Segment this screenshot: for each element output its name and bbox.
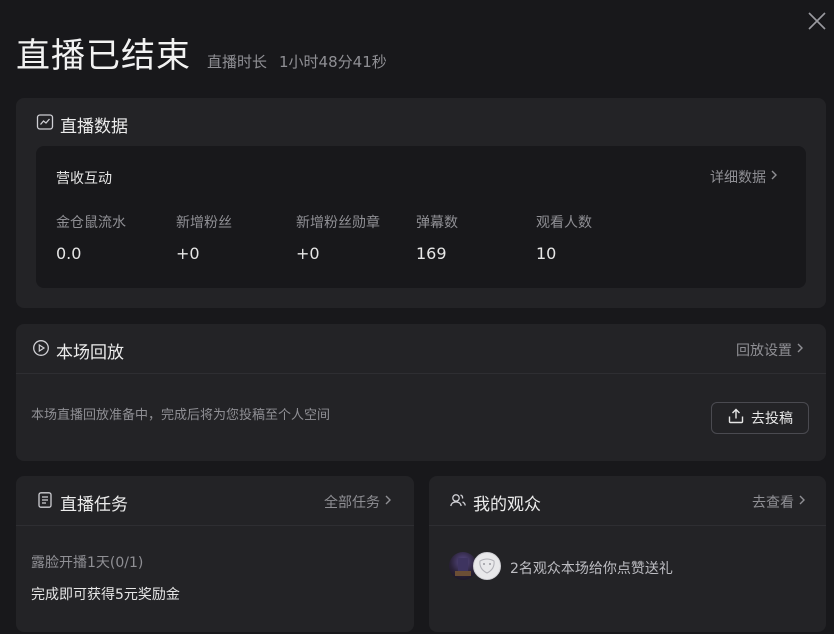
stat-viewers: 观看人数 10 xyxy=(536,212,656,263)
replay-title-text: 本场回放 xyxy=(56,343,124,363)
people-icon xyxy=(449,491,473,514)
replay-settings-label: 回放设置 xyxy=(736,343,792,359)
trend-chart-icon xyxy=(36,113,60,136)
page-header: 直播已结束 直播时长 1小时48分41秒 xyxy=(16,28,387,77)
view-audience-link[interactable]: 去查看 xyxy=(752,492,806,512)
stat-value: 0.0 xyxy=(56,244,82,263)
stat-new-fan-medals: 新增粉丝勋章 +0 xyxy=(296,212,416,263)
audience-card: 我的观众 去查看 2名观众本场给你点赞送礼 xyxy=(429,476,826,632)
chevron-right-icon xyxy=(794,494,806,510)
play-circle-icon xyxy=(32,339,56,362)
replay-settings-link[interactable]: 回放设置 xyxy=(736,340,804,360)
chevron-right-icon xyxy=(380,494,392,510)
task-name: 露脸开播1天(0/1) xyxy=(31,555,144,571)
stat-label: 新增粉丝勋章 xyxy=(296,215,380,231)
stat-revenue: 金仓鼠流水 0.0 xyxy=(56,212,176,263)
stat-label: 弹幕数 xyxy=(416,215,458,231)
audience-title: 我的观众 xyxy=(449,490,541,515)
replay-description: 本场直播回放准备中，完成后将为您投稿至个人空间 xyxy=(31,408,331,423)
stat-label: 新增粉丝 xyxy=(176,215,232,231)
detail-data-label: 详细数据 xyxy=(710,170,766,186)
stat-label: 观看人数 xyxy=(536,215,592,231)
stat-value: 10 xyxy=(536,244,557,263)
all-tasks-label: 全部任务 xyxy=(324,495,380,511)
replay-card: 本场回放 回放设置 本场直播回放准备中，完成后将为您投稿至个人空间 去投稿 xyxy=(16,324,826,461)
tasks-title: 直播任务 xyxy=(36,490,128,515)
revenue-panel: 营收互动 详细数据 金仓鼠流水 0.0 新增粉丝 +0 新增粉丝勋章 +0 弹幕… xyxy=(36,146,806,288)
document-icon xyxy=(36,491,60,514)
divider xyxy=(16,525,414,526)
tasks-title-text: 直播任务 xyxy=(60,495,128,515)
avatar[interactable] xyxy=(473,552,501,580)
audience-summary: 2名观众本场给你点赞送礼 xyxy=(510,561,673,577)
upload-button-label: 去投稿 xyxy=(751,411,793,427)
chevron-right-icon xyxy=(792,342,804,358)
live-data-card: 直播数据 营收互动 详细数据 金仓鼠流水 0.0 新增粉丝 +0 新增粉丝勋章 … xyxy=(16,98,826,308)
view-audience-label: 去查看 xyxy=(752,495,794,511)
stat-label: 金仓鼠流水 xyxy=(56,215,126,231)
divider xyxy=(16,373,826,374)
revenue-title: 营收互动 xyxy=(56,171,112,187)
stat-value: 169 xyxy=(416,244,447,263)
divider xyxy=(429,525,826,526)
duration-label: 直播时长 xyxy=(207,53,268,71)
audience-title-text: 我的观众 xyxy=(473,495,541,515)
live-data-title: 直播数据 xyxy=(36,112,128,137)
task-reward: 完成即可获得5元奖励金 xyxy=(31,587,180,603)
detail-data-link[interactable]: 详细数据 xyxy=(710,167,778,187)
audience-avatars xyxy=(449,552,505,582)
stat-danmaku: 弹幕数 169 xyxy=(416,212,536,263)
tasks-card: 直播任务 全部任务 露脸开播1天(0/1) 完成即可获得5元奖励金 xyxy=(16,476,414,632)
stat-value: +0 xyxy=(296,244,320,263)
upload-icon xyxy=(727,407,751,429)
chevron-right-icon xyxy=(766,169,778,185)
replay-title: 本场回放 xyxy=(32,338,124,363)
duration-value: 1小时48分41秒 xyxy=(279,53,387,71)
close-icon[interactable] xyxy=(806,10,828,32)
live-data-title-text: 直播数据 xyxy=(60,117,128,137)
all-tasks-link[interactable]: 全部任务 xyxy=(324,492,392,512)
page-title: 直播已结束 xyxy=(16,36,191,76)
upload-button[interactable]: 去投稿 xyxy=(711,402,809,434)
stat-value: +0 xyxy=(176,244,200,263)
stat-new-fans: 新增粉丝 +0 xyxy=(176,212,296,263)
